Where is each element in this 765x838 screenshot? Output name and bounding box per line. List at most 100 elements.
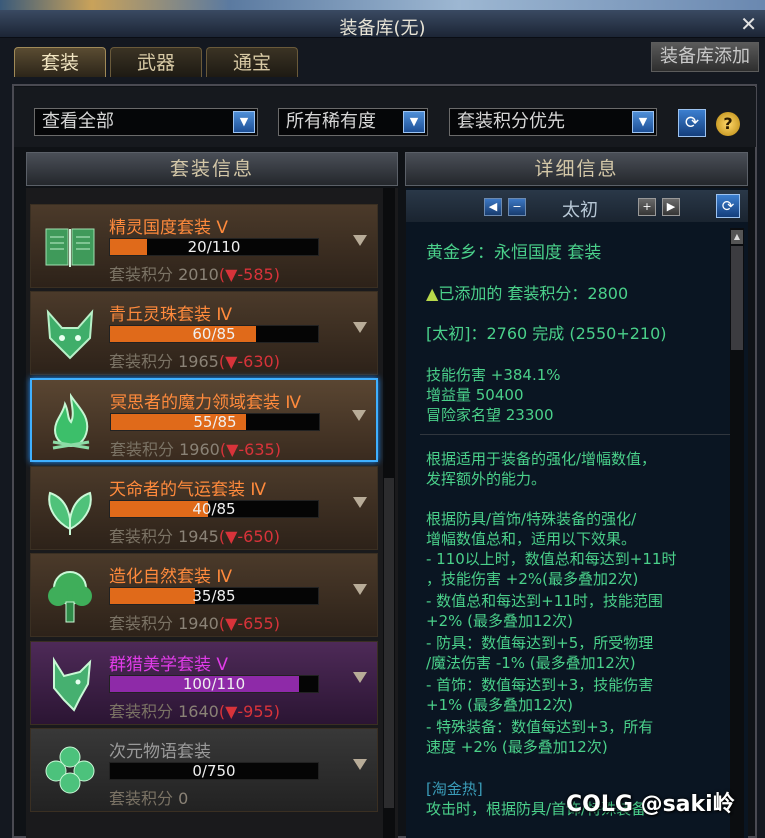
chevron-down-icon[interactable]: ▼ (233, 111, 255, 133)
add-to-storage-button[interactable]: 装备库添加 (651, 42, 759, 72)
set-score: 套装积分 1940(▼-655) (109, 610, 280, 634)
rule-line: 增幅数值总和，适用以下效果。 (426, 530, 637, 548)
score-label: 套装积分 (109, 352, 174, 371)
score-label: 套装积分 (109, 614, 174, 633)
progress-bar: 40/85 (109, 500, 319, 518)
progress-bar: 20/110 (109, 238, 319, 256)
rarity-filter-value: 所有稀有度 (286, 111, 376, 132)
refresh-icon[interactable]: ⟳ (716, 194, 740, 218)
set-item[interactable]: 青丘灵珠套装 Ⅳ 60/85 套装积分 1965(▼-630) (30, 291, 378, 375)
tab-suits[interactable]: 套装 (14, 47, 106, 77)
set-name: 青丘灵珠套装 Ⅳ (109, 305, 233, 325)
score-label: 套装积分 (109, 527, 174, 546)
progress-text: 40/85 (192, 500, 236, 518)
expand-icon[interactable] (353, 322, 367, 333)
progress-bar: 100/110 (109, 675, 319, 693)
grade-title: 太初 (562, 200, 598, 221)
set-name: 冥思者的魔力领域套装 Ⅳ (110, 393, 302, 413)
set-score: 套装积分 1965(▼-630) (109, 348, 280, 372)
set-score: 套装积分 1960(▼-635) (110, 436, 281, 460)
sort-dropdown[interactable]: 套装积分优先 ▼ (449, 108, 657, 136)
window-title: 装备库(无) (339, 18, 426, 39)
rule-line: 速度 +2% (最多叠加12次) (426, 738, 608, 756)
rule-line: - 特殊装备：数值每达到+3，所有 (426, 718, 654, 736)
set-score: 套装积分 1945(▼-650) (109, 523, 280, 547)
score-diff: (▼-630) (218, 352, 280, 371)
progress-bar: 60/85 (109, 325, 319, 343)
set-name: 天命者的气运套装 Ⅳ (109, 480, 267, 500)
tab-tongbao[interactable]: 通宝 (206, 47, 298, 77)
rule-line: ，技能伤害 +2%(最多叠加2次) (426, 570, 639, 588)
extra-title: [淘金热] (426, 780, 483, 798)
expand-icon[interactable] (353, 759, 367, 770)
tab-weapons[interactable]: 武器 (110, 47, 202, 77)
set-name: 次元物语套装 (109, 742, 211, 762)
detail-body: 黄金乡：永恒国度 套装 ▲已添加的 套装积分：2800 [太初]：2760 完成… (410, 226, 730, 838)
added-icon: ▲ (426, 284, 439, 303)
score-diff: (▼-650) (218, 527, 280, 546)
set-item[interactable]: 群猎美学套装 Ⅴ 100/110 套装积分 1640(▼-955) (30, 641, 378, 725)
scroll-up-icon[interactable]: ▲ (731, 230, 743, 244)
fox-icon (39, 304, 101, 364)
set-item[interactable]: 天命者的气运套装 Ⅳ 40/85 套装积分 1945(▼-650) (30, 466, 378, 550)
added-score: ▲已添加的 套装积分：2800 (426, 280, 628, 304)
score-diff: (▼-635) (219, 440, 281, 459)
score-value: 1960 (179, 440, 220, 459)
next-arrow-icon[interactable]: ▶ (662, 198, 680, 216)
expand-icon[interactable] (353, 497, 367, 508)
set-score: 套装积分 0 (109, 785, 188, 809)
progress-text: 35/85 (192, 587, 236, 605)
expand-icon[interactable] (352, 410, 366, 421)
progress-bar: 0/750 (109, 762, 319, 780)
score-label: 套装积分 (109, 265, 174, 284)
set-info-header: 套装信息 (26, 152, 398, 186)
added-score-text: 已添加的 套装积分：2800 (438, 284, 629, 303)
set-item-selected[interactable]: 冥思者的魔力领域套装 Ⅳ 55/85 套装积分 1960(▼-635) (30, 378, 378, 462)
expand-icon[interactable] (353, 584, 367, 595)
score-value: 0 (178, 789, 189, 808)
detail-scroll-thumb[interactable] (731, 246, 743, 350)
minus-icon[interactable]: − (508, 198, 526, 216)
progress-bar: 55/85 (110, 413, 320, 431)
set-item[interactable]: 造化自然套装 Ⅳ 35/85 套装积分 1940(▼-655) (30, 553, 378, 637)
score-diff: (▼-585) (218, 265, 280, 284)
view-filter-value: 查看全部 (42, 111, 114, 132)
rarity-filter-dropdown[interactable]: 所有稀有度 ▼ (278, 108, 428, 136)
prev-arrow-icon[interactable]: ◀ (484, 198, 502, 216)
sort-value: 套装积分优先 (457, 111, 565, 132)
progress-text: 100/110 (182, 675, 246, 693)
expand-icon[interactable] (353, 672, 367, 683)
help-icon[interactable]: ? (716, 112, 740, 136)
chevron-down-icon[interactable]: ▼ (632, 111, 654, 133)
title-bar: 装备库(无) ✕ (0, 10, 765, 39)
clover-icon (39, 741, 101, 801)
progress-text: 0/750 (192, 762, 236, 780)
rule-line: - 首饰：数值每达到+3，技能伤害 (426, 676, 654, 694)
close-icon[interactable]: ✕ (740, 12, 757, 36)
refresh-icon[interactable]: ⟳ (678, 109, 706, 137)
progress-text: 55/85 (193, 413, 237, 431)
rule-line: - 数值总和每达到+11时，技能范围 (426, 592, 663, 610)
flame-icon (40, 392, 102, 452)
score-label: 套装积分 (110, 440, 175, 459)
score-value: 1640 (178, 702, 219, 721)
stat-line: 冒险家名望 23300 (426, 406, 554, 424)
set-item[interactable]: 次元物语套装 0/750 套装积分 0 (30, 728, 378, 812)
detail-info-header: 详细信息 (405, 152, 748, 186)
score-value: 1945 (178, 527, 219, 546)
rule-line: 根据防具/首饰/特殊装备的强化/ (426, 510, 637, 528)
score-diff: (▼-655) (218, 614, 280, 633)
plus-icon[interactable]: + (638, 198, 656, 216)
wolf-icon (39, 654, 101, 714)
score-label: 套装积分 (109, 702, 174, 721)
score-diff: (▼-955) (218, 702, 280, 721)
set-item[interactable]: 精灵国度套装 Ⅴ 20/110 套装积分 2010(▼-585) (30, 204, 378, 288)
set-name: 精灵国度套装 Ⅴ (109, 218, 229, 238)
chevron-down-icon[interactable]: ▼ (403, 111, 425, 133)
tree-icon (39, 566, 101, 626)
set-list-scroll-thumb[interactable] (384, 478, 394, 808)
rule-line: +1% (最多叠加12次) (426, 696, 573, 714)
view-filter-dropdown[interactable]: 查看全部 ▼ (34, 108, 258, 136)
expand-icon[interactable] (353, 235, 367, 246)
progress-text: 60/85 (192, 325, 236, 343)
